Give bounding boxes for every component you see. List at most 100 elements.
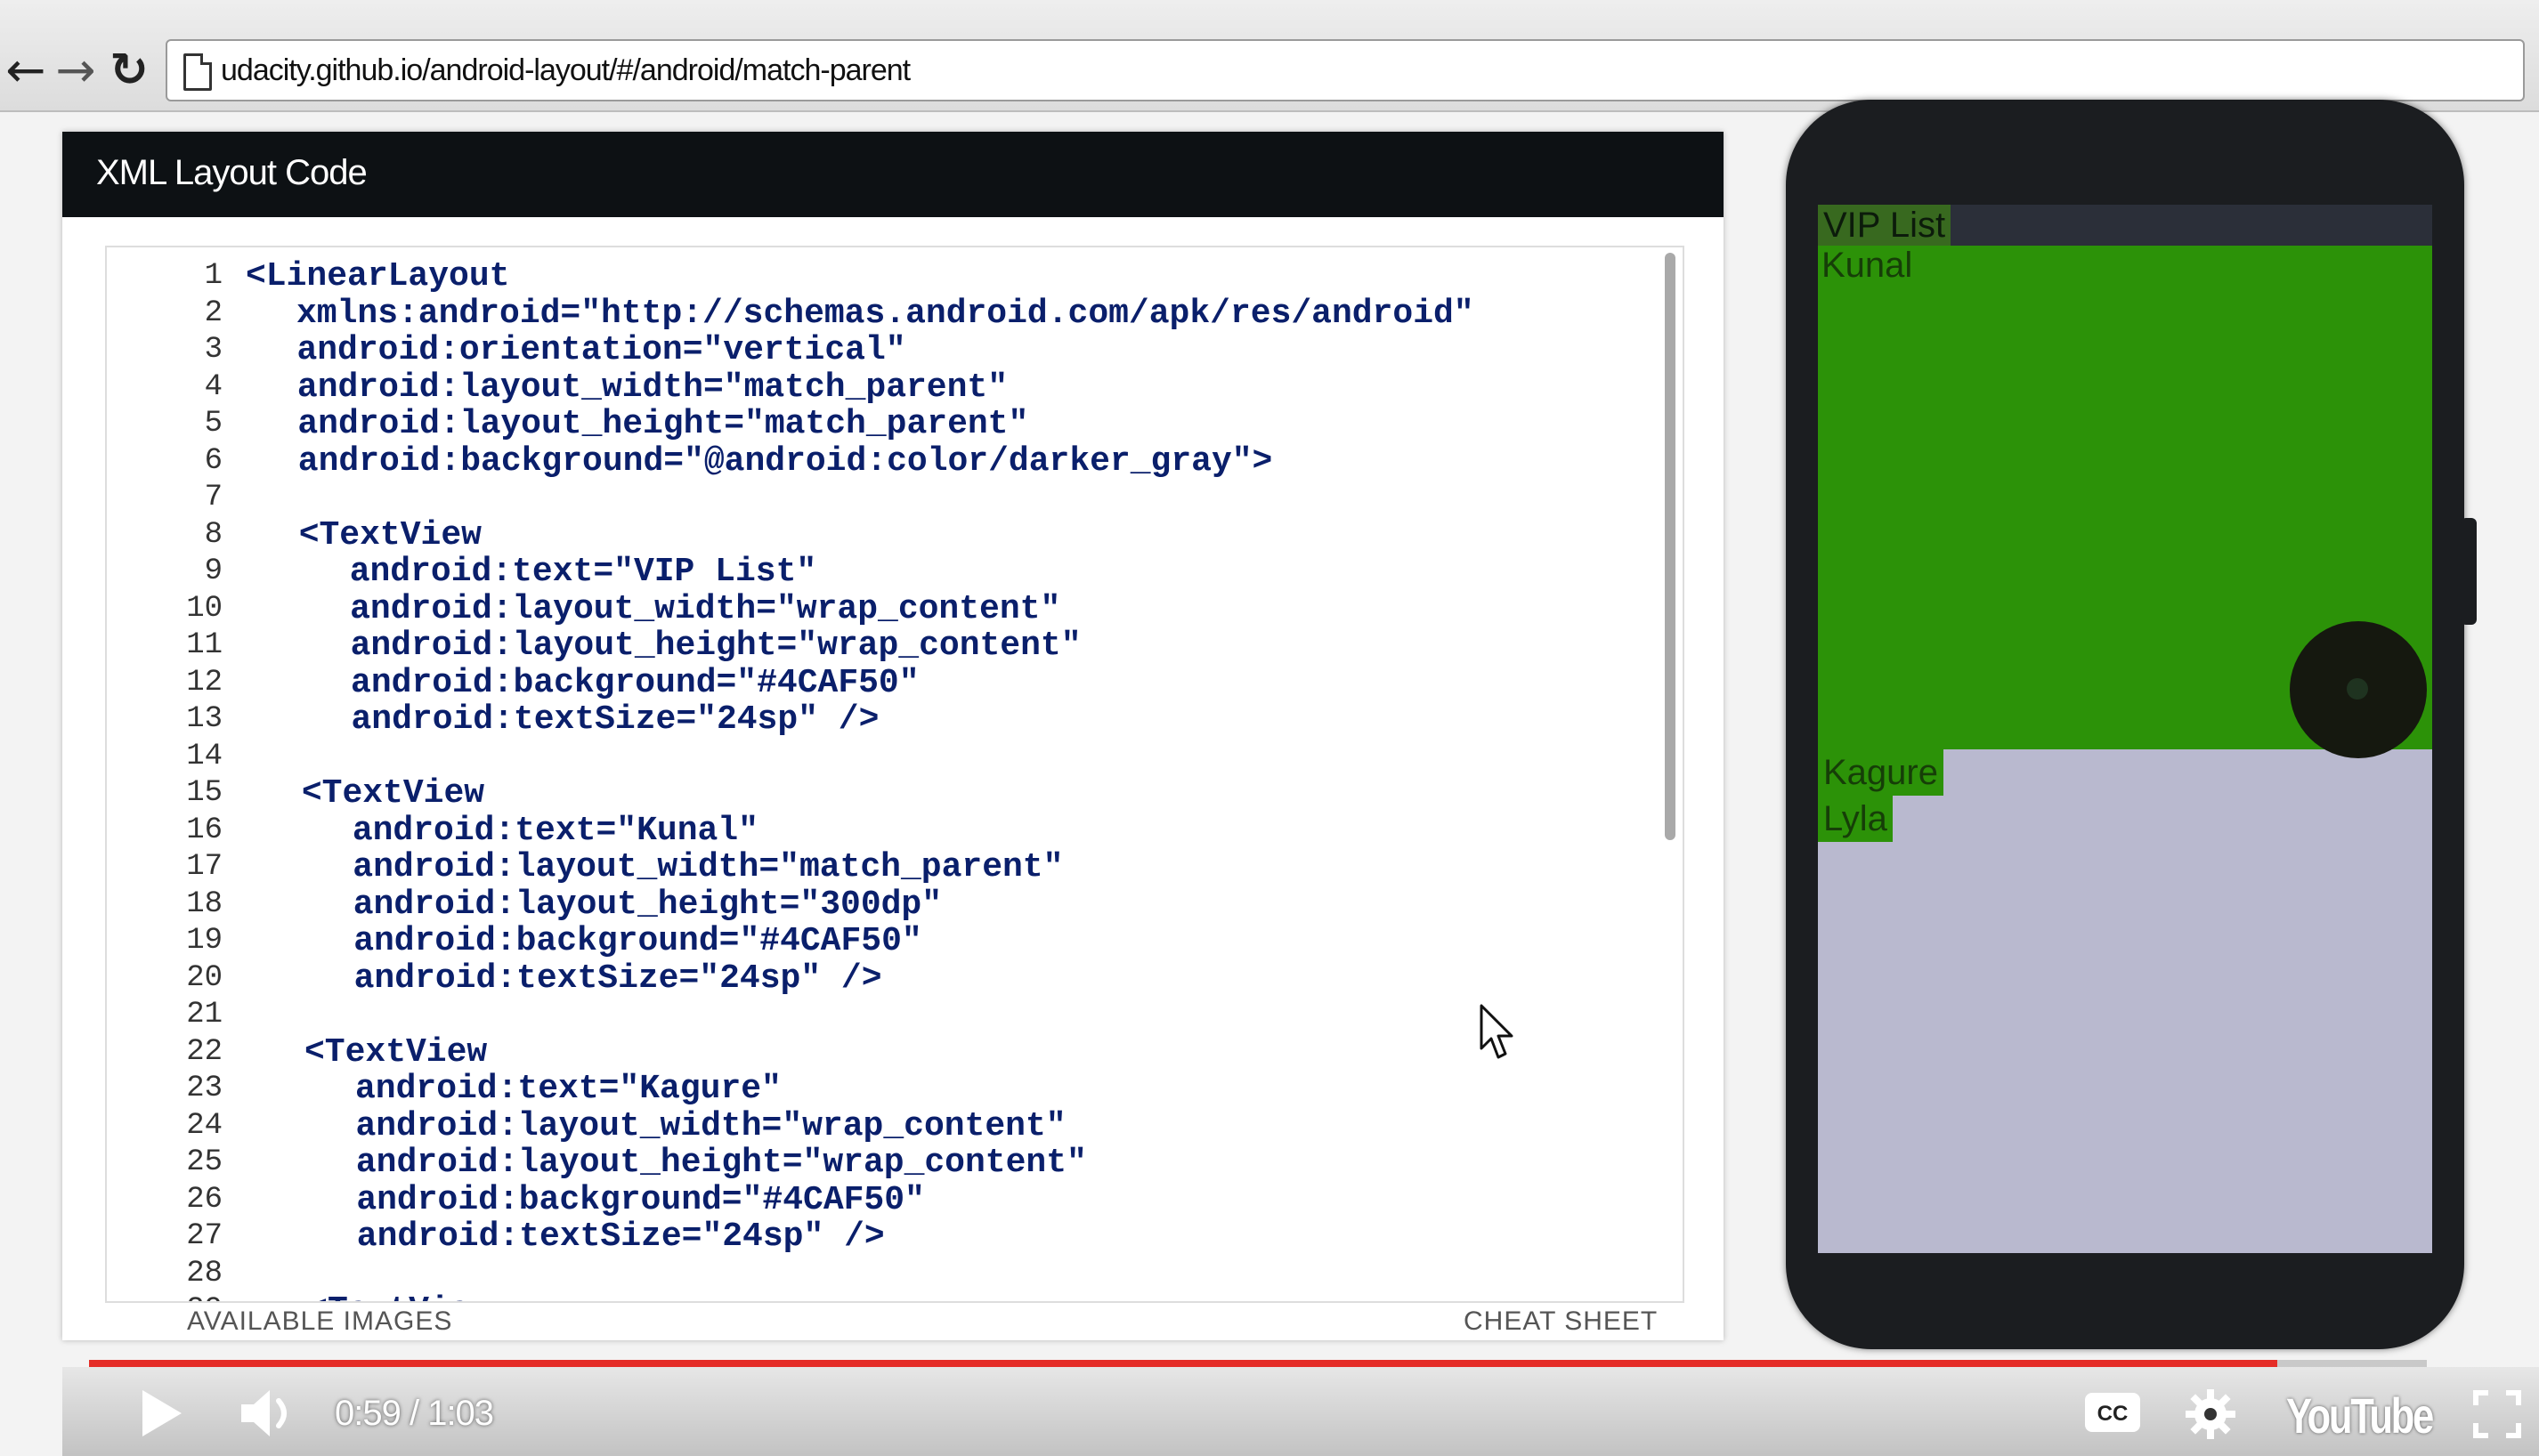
fullscreen-icon[interactable] [2471, 1388, 2523, 1440]
code-line: 21 [107, 997, 1656, 1033]
textview-kunal-label: Kunal [1821, 246, 1913, 285]
reload-icon[interactable]: ↻ [98, 39, 160, 101]
address-bar[interactable]: udacity.github.io/android-layout/#/andro… [166, 39, 2525, 101]
code-line: 16 android:text="Kunal" [107, 813, 1656, 849]
phone-preview: VIP List Kunal Kagure Lyla [1786, 100, 2477, 1349]
code-line: 23 android:text="Kagure" [107, 1071, 1656, 1107]
textview-kagure: Kagure [1818, 749, 1943, 796]
code-line: 6 android:background="@android:color/dark… [107, 443, 1656, 480]
code-text: android:textSize="24sp" /> [353, 959, 882, 998]
line-number: 22 [186, 1034, 223, 1069]
textview-lyla: Lyla [1818, 796, 1893, 842]
code-text: android:text="Kunal" [352, 811, 758, 850]
code-scrollbar[interactable] [1663, 253, 1677, 1294]
mouse-cursor-icon [1480, 1004, 1513, 1059]
line-number: 5 [204, 407, 223, 441]
code-line: 11 android:layout_height="wrap_content" [107, 627, 1656, 664]
code-line: 26 android:background="#4CAF50" [107, 1182, 1656, 1218]
textview-vip-list: VIP List [1818, 205, 1951, 246]
code-text: android:background="@android:color/darke… [297, 441, 1273, 481]
time-display: 0:59 / 1:03 [335, 1394, 494, 1433]
line-number: 4 [204, 369, 223, 404]
line-number: 27 [186, 1219, 223, 1253]
code-text: android:layout_width="match_parent" [353, 848, 1064, 886]
panel-header: XML Layout Code [62, 132, 1724, 217]
code-text: android:background="#4CAF50" [353, 922, 922, 960]
line-number: 26 [186, 1182, 223, 1217]
browser-toolbar: ← → ↻ udacity.github.io/android-layout/#… [0, 0, 2539, 112]
code-text: android:layout_height="300dp" [353, 885, 943, 924]
line-number: 20 [186, 960, 223, 995]
code-line: 7 [107, 480, 1656, 516]
line-number: 12 [186, 665, 223, 700]
code-text: android:layout_height="match_parent" [297, 405, 1029, 443]
video-progress-fill [89, 1360, 2277, 1367]
settings-gear-icon[interactable] [2183, 1387, 2238, 1442]
line-number: 16 [186, 813, 223, 847]
line-number: 28 [186, 1256, 223, 1290]
cc-icon[interactable]: CC [2083, 1390, 2142, 1435]
code-line: 3 android:orientation="vertical" [107, 332, 1656, 368]
code-line: 13 android:textSize="24sp" /> [107, 701, 1656, 738]
video-progress-bar[interactable] [89, 1360, 2427, 1367]
code-line: 20 android:textSize="24sp" /> [107, 960, 1656, 997]
code-editor[interactable]: 1 <LinearLayout 2 xmlns:android="http://sch… [105, 246, 1684, 1303]
code-text: android:background="#4CAF50" [356, 1180, 925, 1219]
code-line: 22 <TextView [107, 1034, 1656, 1071]
code-text: xmlns:android="http://schemas.android.co… [296, 294, 1474, 333]
code-line: 29 <TextView [107, 1292, 1656, 1301]
line-number: 6 [204, 443, 223, 478]
volume-icon[interactable] [237, 1383, 301, 1444]
code-line: 14 [107, 739, 1656, 775]
line-number: 19 [186, 924, 223, 958]
line-number: 7 [204, 481, 223, 514]
scrollbar-thumb[interactable] [1665, 253, 1675, 840]
code-line: 8 <TextView [107, 517, 1656, 554]
line-number: 11 [186, 628, 223, 662]
code-line: 18 android:layout_height="300dp" [107, 886, 1656, 923]
page-icon [183, 53, 212, 91]
code-line: 4 android:layout_width="match_parent" [107, 369, 1656, 406]
code-line: 28 [107, 1256, 1656, 1292]
code-line: 12 android:background="#4CAF50" [107, 665, 1656, 701]
code-line: 17 android:layout_width="match_parent" [107, 849, 1656, 886]
line-number: 10 [186, 591, 223, 626]
code-text: android:layout_height="wrap_content" [350, 627, 1082, 665]
play-icon[interactable] [134, 1381, 191, 1445]
line-number: 13 [186, 702, 223, 736]
svg-text:CC: CC [2097, 1402, 2129, 1426]
code-line: 19 android:background="#4CAF50" [107, 923, 1656, 959]
code-text: android:textSize="24sp" /> [351, 700, 880, 739]
panel-footer: AVAILABLE IMAGES CHEAT SHEET [62, 1306, 1724, 1340]
code-text: <TextView [298, 515, 482, 554]
cheat-sheet-tab[interactable]: CHEAT SHEET [1464, 1306, 1658, 1337]
xml-layout-panel: XML Layout Code 1 <LinearLayout 2 xmlns:and… [62, 132, 1724, 1340]
code-line: 24 android:layout_width="wrap_content" [107, 1108, 1656, 1145]
phone-screen: VIP List Kunal Kagure Lyla [1818, 205, 2432, 1253]
url-text[interactable]: udacity.github.io/android-layout/#/andro… [221, 53, 911, 88]
code-line: 15 <TextView [107, 775, 1656, 812]
available-images-tab[interactable]: AVAILABLE IMAGES [187, 1306, 452, 1337]
code-line: 27 android:textSize="24sp" /> [107, 1218, 1656, 1255]
line-number: 21 [186, 998, 223, 1031]
line-number: 2 [204, 295, 223, 330]
code-text: android:text="VIP List" [349, 553, 817, 591]
code-text: <TextView [301, 774, 485, 813]
line-number: 24 [186, 1108, 223, 1143]
line-number: 8 [204, 517, 223, 552]
code-text: android:layout_height="wrap_content" [355, 1144, 1087, 1182]
line-number: 18 [186, 886, 223, 921]
code-text: android:layout_width="wrap_content" [350, 589, 1061, 628]
code-text: android:textSize="24sp" /> [356, 1217, 885, 1256]
code-line: 1 <LinearLayout [107, 258, 1656, 295]
line-number: 23 [186, 1072, 223, 1105]
video-controls: 0:59 / 1:03 CC YouTube [62, 1367, 2539, 1456]
line-number: 25 [186, 1145, 223, 1179]
youtube-logo[interactable]: YouTube [2286, 1387, 2434, 1444]
panel-title: XML Layout Code [96, 153, 368, 192]
code-text: android:orientation="vertical" [296, 331, 906, 369]
code-line: 25 android:layout_height="wrap_content" [107, 1145, 1656, 1181]
line-number: 1 [204, 259, 223, 293]
code-text: android:background="#4CAF50" [351, 663, 920, 702]
code-line: 5 android:layout_height="match_parent" [107, 406, 1656, 442]
